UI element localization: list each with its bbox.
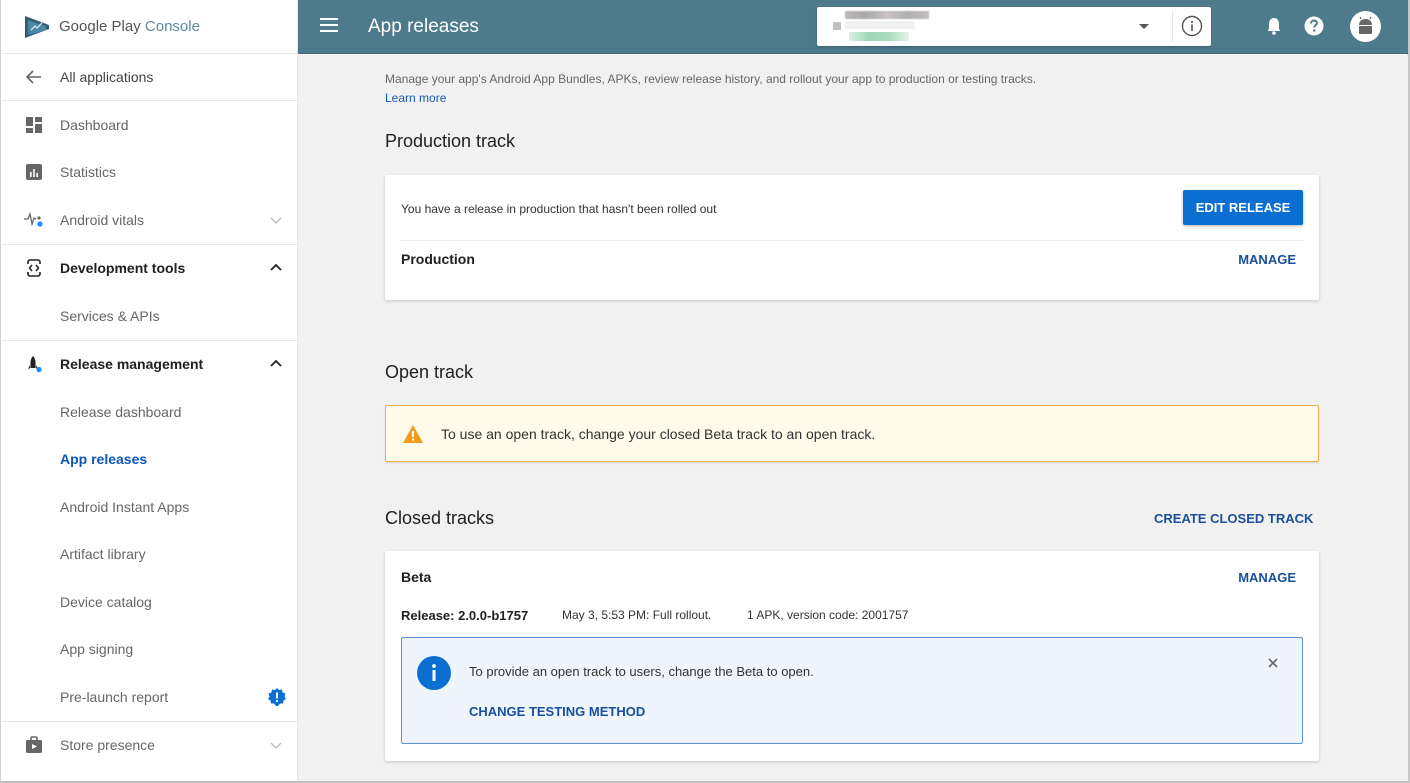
beta-track-name: Beta xyxy=(401,569,432,585)
app-window: Google Play Console All applications Das… xyxy=(0,0,1410,783)
sidebar-item-statistics[interactable]: Statistics xyxy=(2,149,297,197)
beta-track-card: Beta MANAGE Release: 2.0.0-b1757 May 3, … xyxy=(385,551,1319,761)
sidebar-item-store-presence[interactable]: Store presence xyxy=(2,722,297,770)
open-track-info-banner: To provide an open track to users, chang… xyxy=(401,637,1303,744)
apk-info: 1 APK, version code: 2001757 xyxy=(747,608,909,622)
bar-chart-icon xyxy=(23,161,45,183)
nav-label: Dashboard xyxy=(60,116,129,133)
chevron-down-icon[interactable] xyxy=(269,213,283,227)
menu-icon[interactable] xyxy=(320,18,338,34)
vitals-pulse-icon xyxy=(23,209,45,231)
dashboard-icon xyxy=(23,114,45,136)
sidebar-item-pre-launch-report[interactable]: Pre-launch report xyxy=(2,673,297,721)
nav-all-applications[interactable]: All applications xyxy=(2,54,297,101)
nav-label: All applications xyxy=(60,69,154,85)
brand-name: Google Play Console xyxy=(59,18,200,35)
production-track-heading: Production track xyxy=(385,131,516,151)
learn-more-link[interactable]: Learn more xyxy=(385,91,446,105)
manage-beta-button[interactable]: MANAGE xyxy=(1238,570,1296,585)
sidebar-item-release-management[interactable]: Release management xyxy=(2,341,297,389)
open-track-warning: To use an open track, change your closed… xyxy=(385,405,1319,462)
closed-tracks-heading: Closed tracks xyxy=(385,508,495,528)
nav-label: App releases xyxy=(60,451,148,468)
top-app-bar: App releases xyxy=(298,0,1408,54)
release-version: Release: 2.0.0-b1757 xyxy=(401,608,529,623)
nav-label: Development tools xyxy=(60,260,186,277)
selector-divider xyxy=(1172,11,1173,42)
bell-icon[interactable] xyxy=(1263,15,1285,37)
nav-label: Pre-launch report xyxy=(60,688,169,705)
nav-label: Services & APIs xyxy=(60,307,160,324)
nav-label: Release dashboard xyxy=(60,403,182,420)
sidebar-item-dashboard[interactable]: Dashboard xyxy=(2,101,297,149)
page-description: Manage your app's Android App Bundles, A… xyxy=(385,72,1037,86)
nav-label: App signing xyxy=(60,641,134,658)
info-icon[interactable] xyxy=(1181,15,1203,37)
chevron-down-icon[interactable] xyxy=(269,738,283,752)
sidebar-item-services-apis[interactable]: Services & APIs xyxy=(2,292,297,340)
nav-label: Store presence xyxy=(60,737,155,754)
info-text: To provide an open track to users, chang… xyxy=(469,664,814,679)
sidebar-item-development-tools[interactable]: Development tools xyxy=(2,245,297,293)
nav-label: Artifact library xyxy=(60,546,146,563)
edit-release-button[interactable]: EDIT RELEASE xyxy=(1183,190,1303,225)
sidebar-item-android-instant-apps[interactable]: Android Instant Apps xyxy=(2,483,297,531)
info-filled-icon xyxy=(417,656,451,690)
redacted-package-name xyxy=(845,21,915,29)
account-avatar[interactable] xyxy=(1350,11,1381,42)
chevron-up-icon[interactable] xyxy=(269,261,283,275)
chevron-up-icon[interactable] xyxy=(269,357,283,371)
store-bag-icon xyxy=(23,734,45,756)
brand-header[interactable]: Google Play Console xyxy=(2,0,297,54)
sidebar: Google Play Console All applications Das… xyxy=(2,0,298,781)
help-icon[interactable] xyxy=(1303,15,1325,37)
sidebar-item-release-dashboard[interactable]: Release dashboard xyxy=(2,388,297,436)
page-title: App releases xyxy=(368,16,479,37)
nav-label: Release management xyxy=(60,356,204,373)
change-testing-method-button[interactable]: CHANGE TESTING METHOD xyxy=(469,704,645,719)
main-content: Manage your app's Android App Bundles, A… xyxy=(298,55,1408,781)
manage-production-button[interactable]: MANAGE xyxy=(1238,252,1296,267)
rollout-status: May 3, 5:53 PM: Full rollout. xyxy=(562,608,712,622)
nav-label: Statistics xyxy=(60,164,117,181)
sidebar-item-app-releases[interactable]: App releases xyxy=(2,436,297,484)
sidebar-item-app-signing[interactable]: App signing xyxy=(2,626,297,674)
sidebar-item-device-catalog[interactable]: Device catalog xyxy=(2,578,297,626)
nav-label: Device catalog xyxy=(60,593,152,610)
redacted-status xyxy=(849,32,909,41)
alert-badge-icon xyxy=(268,687,286,706)
production-track-card: You have a release in production that ha… xyxy=(385,175,1319,300)
production-track-name: Production xyxy=(401,251,475,267)
app-icon-placeholder xyxy=(833,22,841,30)
play-console-logo xyxy=(25,15,49,38)
caret-down-icon[interactable] xyxy=(1139,24,1149,29)
rocket-icon xyxy=(23,353,45,375)
arrow-left-icon xyxy=(23,66,45,88)
nav-label: Android vitals xyxy=(60,211,145,228)
open-track-heading: Open track xyxy=(385,362,474,382)
android-icon xyxy=(1359,16,1372,34)
warning-icon xyxy=(403,425,423,443)
create-closed-track-button[interactable]: CREATE CLOSED TRACK xyxy=(1154,511,1313,526)
sidebar-item-android-vitals[interactable]: Android vitals xyxy=(2,196,297,244)
sidebar-item-artifact-library[interactable]: Artifact library xyxy=(2,531,297,579)
code-device-icon xyxy=(23,257,45,279)
app-selector-dropdown[interactable] xyxy=(817,7,1211,46)
warning-text: To use an open track, change your closed… xyxy=(441,426,876,442)
redacted-app-name xyxy=(845,11,929,19)
nav-label: Android Instant Apps xyxy=(60,498,190,515)
production-status-message: You have a release in production that ha… xyxy=(401,202,717,216)
card-divider xyxy=(401,240,1303,241)
close-icon[interactable] xyxy=(1266,656,1280,670)
